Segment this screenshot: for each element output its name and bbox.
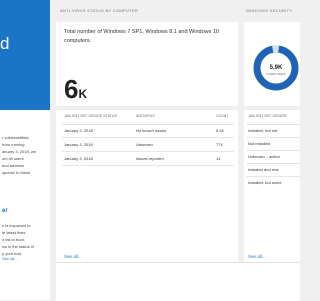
status-table: JAN 2017 SEC UPDATE STATUS ANTIVIRUS COU… [56,110,238,262]
notice-panel: r vulnerabilities from running anuary 3,… [0,110,50,300]
notice-line: om all users [2,156,24,161]
computer-count-card[interactable]: Total number of Windows 7 SP1, Windows 8… [56,22,238,106]
table-divider [246,176,300,177]
notice-line: and address [2,163,25,168]
table-divider [246,137,300,138]
row-date: January 3, 2018 [64,142,93,147]
status-row: Installed and rest [248,167,279,172]
column-header: COUNT [216,114,229,118]
status-row: Installed, but some [248,180,282,185]
tile-text: d [0,34,10,53]
status-row: Unknown – action [248,154,280,159]
table-divider [246,150,300,151]
notice-line: ws in the status of [2,244,35,249]
row-antivirus: Issues reported [136,156,164,161]
table-divider [246,163,300,164]
summary-tile: d [0,0,50,110]
security-donut-card[interactable]: 5.9K COMPUTERS [244,22,300,106]
row-count: 774 [216,142,223,147]
see-all-link[interactable]: See all... [64,254,82,259]
table-divider [62,124,234,125]
security-table: JAN 2017 SEC UPDATE Installed, but not N… [244,110,300,262]
section-header: WINDOWS SECURITY [246,8,293,13]
big-number: 6K [64,74,88,104]
table-divider [246,124,300,125]
big-number-unit: K [78,87,88,101]
row-antivirus: No known issues [136,128,167,133]
row-date: January 3, 2018 [64,156,93,161]
row-date: January 3, 2018 [64,128,93,133]
notice-line: ir fail to boot. [2,237,25,242]
table-divider [62,151,234,152]
row-count: 14 [216,156,221,161]
card-description: Total number of Windows 7 SP1, Windows 8… [64,29,219,44]
section-header: ANTI-VIRUS STATUS BY COMPUTER [60,8,139,13]
column-header: JAN 2017 SEC UPDATE STATUS [64,114,117,118]
notice-line: sponse to these [2,170,31,175]
notice-line: r vulnerabilities [2,135,29,140]
column-header: JAN 2017 SEC UPDATE [248,114,287,118]
notice-line: te latest fixes [2,230,26,235]
see-all-link[interactable]: See all... [2,255,18,262]
row-count: 5.1K [216,128,225,133]
notice-line: n is important to [2,223,31,228]
column-header: ANTIVIRUS [136,114,155,118]
table-divider [62,137,234,138]
donut-label: COMPUTERS [266,72,285,76]
notice-line: anuary 3, 2018, we [2,149,37,154]
see-all-link[interactable]: See all... [248,254,266,259]
donut-value: 5.9K [270,65,283,71]
notice-heading: er [2,208,8,214]
table-divider [62,165,234,166]
notice-line: from running [2,142,25,147]
status-row: Installed, but not [248,128,278,133]
donut-chart: 5.9K COMPUTERS [253,45,299,91]
bottom-panel [56,262,300,301]
status-row: Not installed [248,141,271,146]
row-antivirus: Unknown [136,142,153,147]
